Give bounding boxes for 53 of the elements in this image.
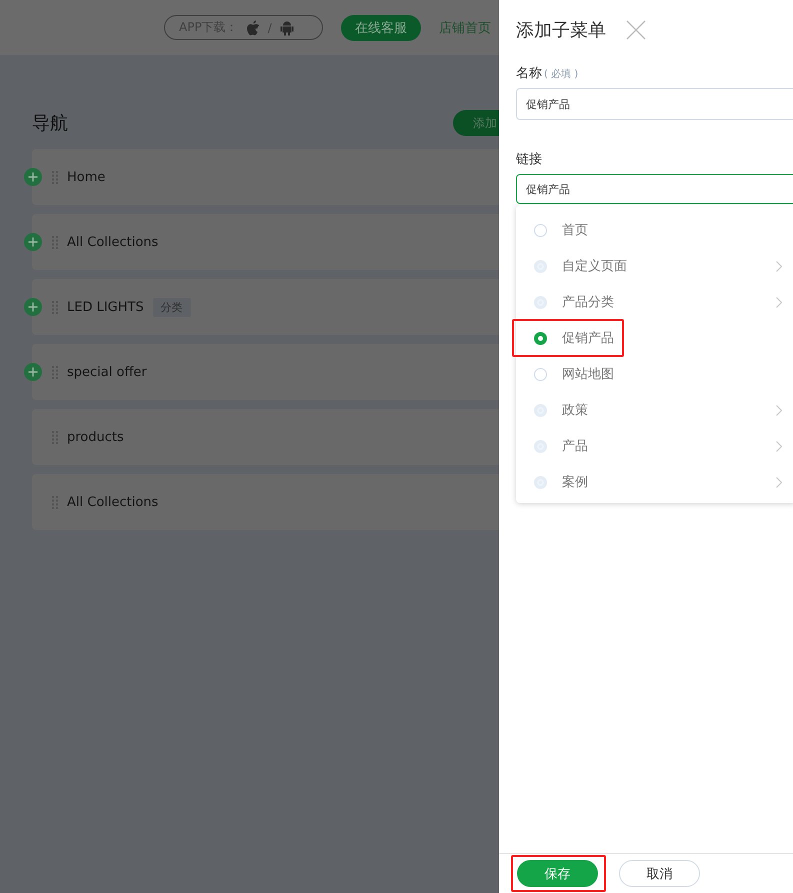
name-input-field[interactable]: 促销产品: [516, 88, 793, 120]
android-icon: [280, 20, 294, 36]
option-label: 案例: [562, 474, 588, 491]
add-icon[interactable]: [24, 168, 42, 186]
option-label: 首页: [562, 222, 588, 239]
link-option[interactable]: 促销产品: [516, 320, 793, 356]
required-hint: ( 必填 ): [544, 69, 578, 80]
category-tag: 分类: [152, 298, 191, 316]
menu-item-card[interactable]: Home: [32, 149, 499, 205]
menu-item-label: Home: [67, 170, 106, 184]
menu-item-label: All Collections: [67, 234, 158, 250]
link-option[interactable]: 案例: [516, 464, 793, 500]
option-label: 产品分类: [562, 294, 614, 311]
apple-icon: [246, 20, 260, 36]
option-label: 政策: [562, 402, 588, 419]
chevron-right-icon[interactable]: [776, 296, 782, 308]
link-option[interactable]: 网站地图: [516, 356, 793, 392]
add-icon[interactable]: [24, 363, 42, 381]
separator-text: /: [268, 20, 272, 34]
link-label: 链接: [516, 152, 542, 167]
link-input-field[interactable]: 促销产品: [516, 174, 793, 204]
menu-item-label: LED LIGHTS: [67, 300, 144, 314]
option-label: 促销产品: [562, 330, 614, 347]
link-option[interactable]: 自定义页面: [516, 248, 793, 284]
chevron-right-icon[interactable]: [776, 260, 782, 272]
menu-item-card[interactable]: special offer: [32, 344, 499, 400]
chevron-right-icon[interactable]: [776, 404, 782, 416]
navigation-title: 导航: [32, 112, 68, 135]
link-option[interactable]: 产品分类: [516, 284, 793, 320]
menu-item-label: All Collections: [67, 494, 158, 510]
menu-item-card[interactable]: All Collections: [32, 214, 499, 270]
link-option[interactable]: 政策: [516, 392, 793, 428]
link-option[interactable]: 产品: [516, 428, 793, 464]
cancel-button[interactable]: 取消: [619, 860, 700, 887]
menu-item-card[interactable]: products: [32, 409, 499, 465]
option-label: 网站地图: [562, 366, 614, 383]
menu-item-card[interactable]: LED LIGHTS 分类: [32, 279, 499, 335]
menu-item-label: products: [67, 430, 124, 444]
link-option[interactable]: 首页: [516, 212, 793, 248]
radio-button[interactable]: [534, 332, 547, 344]
chevron-right-icon[interactable]: [776, 440, 782, 452]
option-label: 产品: [562, 438, 588, 455]
save-button[interactable]: 保存: [517, 860, 598, 887]
add-icon[interactable]: [24, 298, 42, 316]
panel-title: 添加子菜单: [516, 19, 606, 42]
menu-item-label: special offer: [67, 364, 147, 380]
menu-item-card[interactable]: All Collections: [32, 474, 499, 530]
online-service-button[interactable]: 在线客服: [341, 14, 421, 40]
close-icon[interactable]: [626, 20, 646, 40]
name-label: 名称: [516, 66, 542, 81]
add-icon[interactable]: [24, 233, 42, 251]
chevron-right-icon[interactable]: [776, 476, 782, 488]
option-label: 自定义页面: [562, 258, 627, 275]
